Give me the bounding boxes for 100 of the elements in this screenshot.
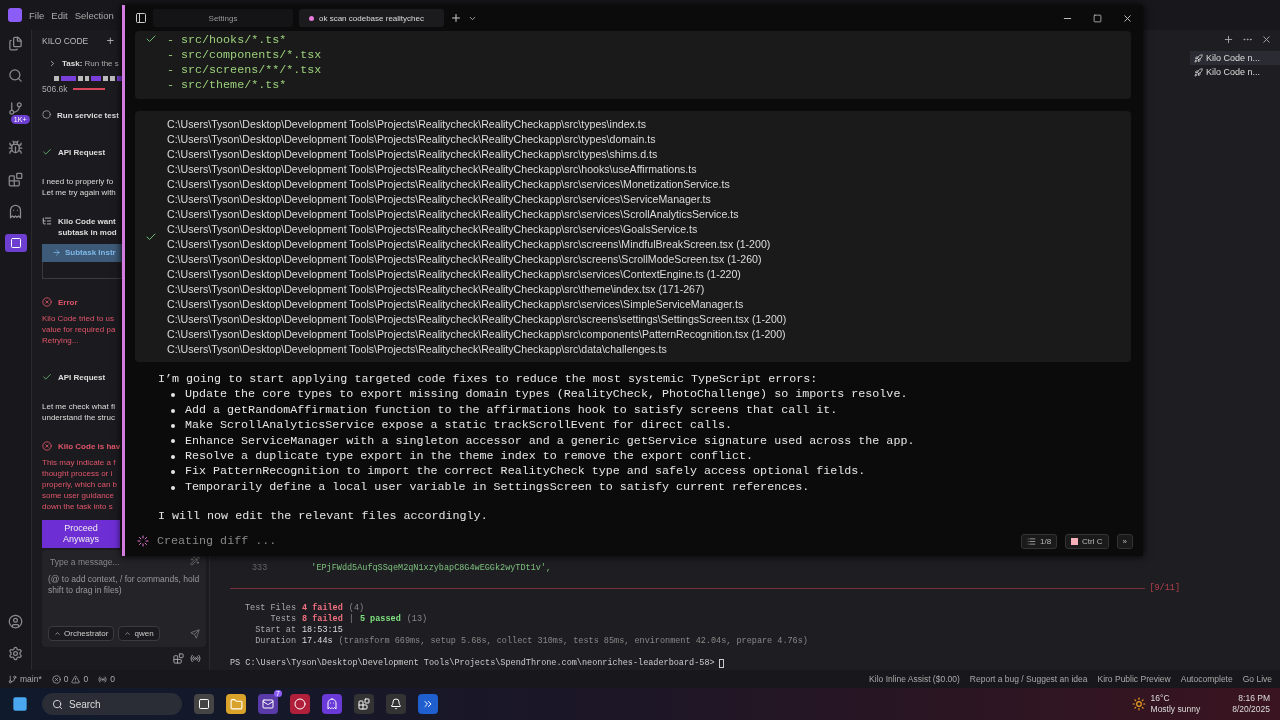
stop-button[interactable]: Ctrl C [1065, 533, 1109, 549]
chat-session-item[interactable]: Kilo Code n... [1190, 65, 1280, 79]
maximize-icon[interactable] [1093, 13, 1102, 23]
file-path: C:\Users\Tyson\Desktop\Development Tools\Projects\Realitycheck\RealityCheckapp\src\services\ServiceManager.ts [167, 192, 712, 207]
bullet-icon [171, 439, 175, 444]
summary-label: Duration [254, 636, 296, 647]
source-control-icon[interactable] [8, 100, 23, 116]
sun-icon [1131, 697, 1146, 711]
bullet-icon [171, 408, 175, 413]
file-path: C:\Users\Tyson\Desktop\Development Tools\Projects\Realitycheck\RealityCheckapp\src\screens\settings\SettingsScreen.tsx (1-200) [167, 312, 787, 327]
proceed-anyways-button[interactable]: Proceed Anyways [42, 520, 120, 548]
circle-icon [42, 110, 51, 120]
cursor-icon [718, 658, 724, 668]
list-item: Update the core types to export missing domain types (RealityCheck, PhotoChallenge) so imports resolve. [185, 387, 908, 403]
code-line: - src/theme/*.ts* [167, 78, 288, 93]
menu-item[interactable]: Edit [51, 9, 68, 21]
check-icon [42, 372, 52, 383]
window-tab[interactable]: Settings [153, 9, 293, 27]
app-icon[interactable] [354, 694, 374, 714]
status-item[interactable]: Kilo Inline Assist ($0.00) [869, 674, 960, 684]
search-icon [52, 698, 63, 710]
file-path: C:\Users\Tyson\Desktop\Development Tools\Projects\Realitycheck\RealityCheckapp\src\hooks\useAffirmations.ts [167, 162, 698, 177]
summary-value: (13) [406, 614, 428, 625]
folder-icon[interactable] [226, 694, 246, 714]
clock[interactable]: 8:16 PM 8/20/2025 [1212, 693, 1270, 715]
branch-indicator[interactable]: main* [8, 674, 42, 684]
new-task-button[interactable]: + [106, 33, 114, 49]
status-item[interactable]: Autocomplete [1180, 674, 1233, 684]
list-item: Enhance ServiceManager with a singleton accessor and a generic getService signature used across the app. [185, 433, 915, 450]
file-path: C:\Users\Tyson\Desktop\Development Tools\Projects\Realitycheck\RealityCheckapp\src\theme\index.tsx (171-267) [167, 282, 706, 297]
file-path: C:\Users\Tyson\Desktop\Development Tools\Projects\Realitycheck\RealityCheckapp\src\screens\MindfulBreakScreen.tsx (1-200) [167, 237, 772, 252]
status-item[interactable]: Go Live [1242, 674, 1272, 684]
list-item: Make ScrollAnalyticsService expose a static trackScrollEvent for direct calls. [185, 418, 733, 434]
window-tab[interactable]: ok scan codebase realitychec [299, 9, 444, 27]
subtask-request: Kilo Code want subtask in mod [58, 216, 117, 239]
check-icon [42, 147, 52, 158]
summary-label: Test Files [244, 603, 296, 614]
bullet-icon [171, 485, 175, 490]
message-text: I’m going to start applying targeted code fixes to reduce the most systemic TypeScript errors: [158, 372, 819, 388]
error-title: Kilo Code is hav [58, 441, 121, 453]
message-input[interactable]: Type a message... [48, 555, 178, 568]
status-item[interactable]: Kiro Public Preview [1097, 674, 1171, 684]
summary-value: (4) [348, 603, 365, 614]
app-icon[interactable] [386, 694, 406, 714]
weather-widget[interactable]: 16°C Mostly sunny [1131, 693, 1201, 715]
api-request-title: API Request [58, 372, 106, 384]
error-title: Error [58, 297, 78, 309]
remote-icon[interactable] [190, 653, 201, 664]
send-icon[interactable] [190, 628, 200, 639]
message-text: Let me check what fi understand the struc [42, 401, 115, 424]
chevron-icon[interactable] [48, 59, 57, 69]
status-item[interactable]: Report a bug / Suggest an idea [969, 674, 1088, 684]
enhance-prompt-icon[interactable] [190, 555, 200, 566]
chat-session-item[interactable]: Kilo Code n... [1190, 51, 1280, 65]
code-line: - src/hooks/*.ts* [167, 33, 288, 48]
list-item: Temporarily define a local user variable in SettingsScreen to satisfy current references. [185, 479, 810, 496]
expand-button[interactable]: » [1116, 533, 1133, 549]
todo-title: Run service test [57, 110, 119, 122]
sidebar-toggle-icon[interactable] [135, 12, 147, 24]
close-icon[interactable] [1261, 34, 1272, 45]
message-text: I need to properly fo Let me try again with [42, 176, 116, 199]
summary-value: (transform 669ms, setup 5.68s, collect 310ms, tests 85ms, environment 42.04s, prepare 4.76s) [338, 636, 808, 647]
progress-counter: [9/11] [1149, 583, 1180, 593]
add-icon[interactable] [1223, 34, 1234, 45]
kilo-code-icon[interactable] [4, 234, 27, 252]
menu-item[interactable]: Selection [74, 9, 114, 21]
problems-indicator[interactable]: 0 0 [51, 674, 89, 684]
menu-item[interactable]: File [29, 9, 45, 21]
error-icon [42, 441, 52, 452]
list-item: Resolve a duplicate type export in the theme index to remove the export conflict. [185, 449, 754, 465]
model-selector[interactable]: qwen [118, 626, 160, 641]
file-path: C:\Users\Tyson\Desktop\Development Tools\Projects\Realitycheck\RealityCheckapp\src\services\GoalsService.ts [167, 222, 699, 237]
file-path: C:\Users\Tyson\Desktop\Development Tools\Projects\Realitycheck\RealityCheckapp\src\services\SimpleServiceManager.ts [167, 297, 745, 312]
ports-indicator[interactable]: 0 [98, 674, 115, 684]
error-text: This may indicate a f thought process or i properly, which can b some user guidance down the task into s [42, 457, 117, 513]
context-segments-drawing [54, 76, 122, 82]
mode-selector[interactable]: Orchestrator [48, 626, 115, 641]
panel-title: KILO CODE [42, 35, 89, 46]
code-line: 'EPjFWdd5AufqSSqeM2qN1xzybapC8G4wEGGk2wyTDt1v', [311, 563, 552, 573]
file-path: C:\Users\Tyson\Desktop\Development Tools\Projects\Realitycheck\RealityCheckapp\src\services\ScrollAnalyticsService.ts [167, 207, 740, 222]
bullet-icon [171, 423, 175, 428]
file-path: C:\Users\Tyson\Desktop\Development Tools\Projects\Realitycheck\RealityCheckapp\src\services\MonetizationService.ts [167, 177, 731, 192]
summary-value: 18:53:15 [302, 625, 343, 636]
caret-icon [54, 630, 61, 637]
terminal-prompt: PS C:\Users\Tyson\Desktop\Development Tools\Projects\SpendThrone.com\neonriches-leaderboard-58> [230, 658, 715, 668]
new-tab-icon[interactable] [450, 12, 462, 24]
error-icon [42, 297, 52, 308]
taskbar-search[interactable]: Search [42, 693, 182, 715]
error-text: Kilo Code tried to us value for required pa Retrying... [42, 313, 116, 347]
editor-icon[interactable] [418, 694, 438, 714]
api-request-title: API Request [58, 147, 106, 159]
summary-label: Tests [269, 614, 296, 625]
app-icon[interactable] [322, 694, 342, 714]
message-text: I will now edit the relevant files accordingly. [158, 509, 489, 525]
list-item: Add a getRandomAffirmation function to the affirmations hook to satisfy screens that call it. [185, 402, 838, 419]
code-line: - src/screens/**/*.tsx [167, 63, 322, 78]
mcp-icon[interactable] [173, 653, 184, 664]
list-icon [1026, 536, 1036, 546]
close-icon[interactable] [1122, 12, 1133, 24]
history-button[interactable]: 1/8 [1020, 533, 1058, 549]
